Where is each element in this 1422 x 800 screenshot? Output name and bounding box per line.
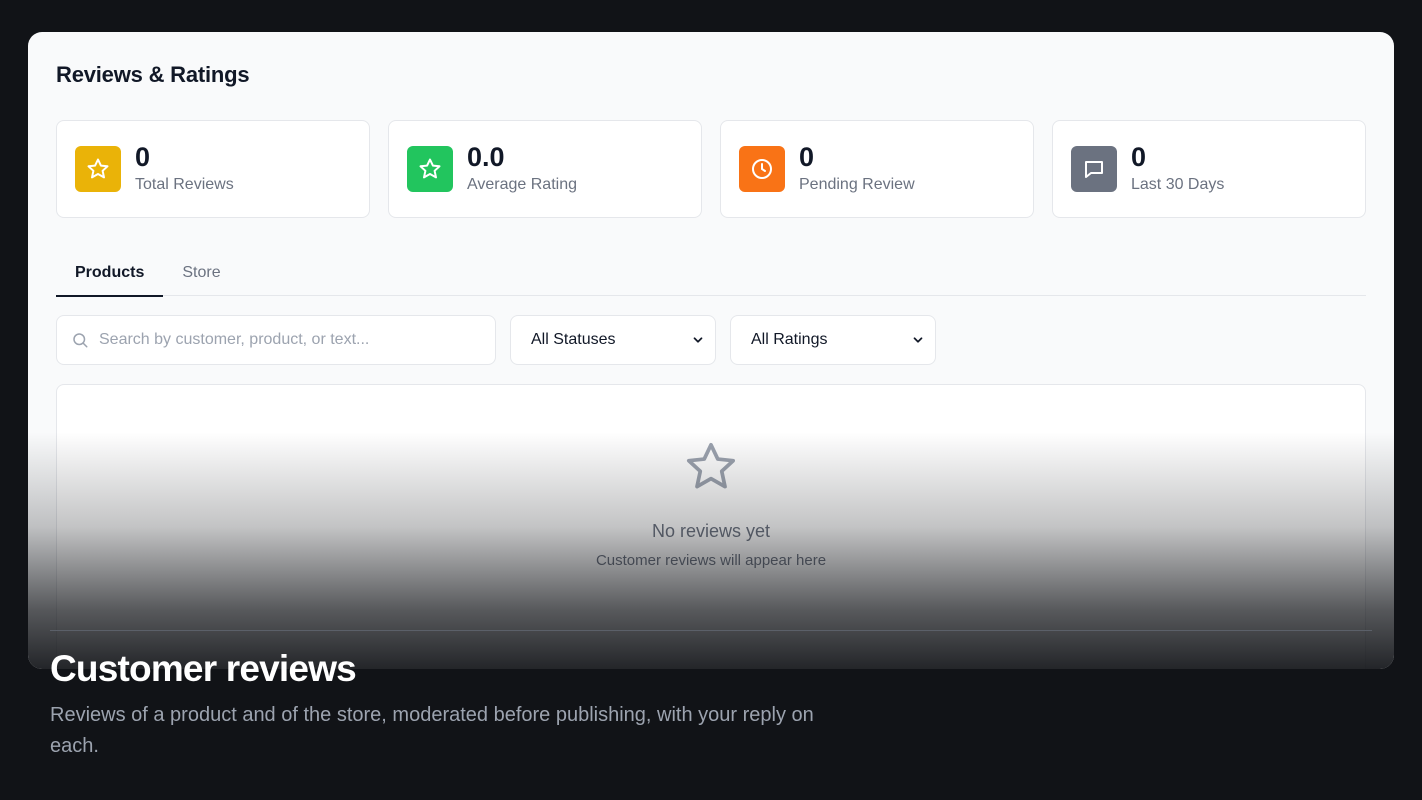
stat-icon-total-reviews	[75, 146, 121, 192]
stats-row: 0 Total Reviews 0.0 Average Rating 0 Pen…	[56, 120, 1366, 218]
rating-select-value: All Ratings	[751, 331, 828, 348]
stat-card-last-30-days: 0 Last 30 Days	[1052, 120, 1366, 218]
search-box	[56, 315, 496, 365]
reviews-list: No reviews yet Customer reviews will app…	[56, 384, 1366, 669]
star-icon	[87, 158, 109, 179]
review-tabs: Products Store	[56, 250, 1366, 297]
search-input[interactable]	[99, 331, 481, 349]
search-icon	[73, 333, 88, 348]
message-icon	[1085, 161, 1103, 178]
stat-value: 0	[135, 142, 151, 172]
filters-row: All Statuses All Ratings	[56, 315, 936, 365]
tab-products[interactable]: Products	[56, 250, 164, 297]
stat-value: 0	[799, 142, 815, 172]
empty-subtitle: Customer reviews will appear here	[595, 552, 827, 569]
empty-title: No reviews yet	[651, 521, 771, 541]
stat-card-pending-review: 0 Pending Review	[720, 120, 1034, 218]
stat-label: Average Rating	[467, 176, 577, 193]
stat-value: 0.0	[467, 142, 505, 172]
chevron-down-icon	[913, 337, 923, 343]
stat-icon-last-30-days	[1071, 146, 1117, 192]
rating-select[interactable]: All Ratings	[730, 315, 936, 365]
page-title: Reviews & Ratings	[56, 62, 250, 87]
status-select-value: All Statuses	[531, 331, 616, 348]
caption-divider	[50, 630, 1372, 631]
clock-icon	[752, 159, 772, 179]
reviews-panel: Reviews & Ratings 0 Total Reviews 0.0 Av…	[28, 32, 1394, 669]
stat-label: Pending Review	[799, 176, 915, 193]
chevron-down-icon	[693, 337, 703, 343]
empty-state: No reviews yet Customer reviews will app…	[57, 439, 1365, 569]
stat-label: Last 30 Days	[1131, 176, 1225, 193]
caption-text: Reviews of a product and of the store, m…	[50, 704, 814, 757]
stat-card-total-reviews: 0 Total Reviews	[56, 120, 370, 218]
stat-icon-pending-review	[739, 146, 785, 192]
tab-store[interactable]: Store	[163, 250, 239, 296]
caption-title: Customer reviews	[50, 648, 357, 689]
star-outline-icon	[686, 442, 736, 489]
stat-label: Total Reviews	[135, 176, 234, 193]
stat-value: 0	[1131, 142, 1147, 172]
status-select[interactable]: All Statuses	[510, 315, 716, 365]
stat-card-average-rating: 0.0 Average Rating	[388, 120, 702, 218]
stat-icon-average-rating	[407, 146, 453, 192]
star-icon	[419, 158, 441, 179]
